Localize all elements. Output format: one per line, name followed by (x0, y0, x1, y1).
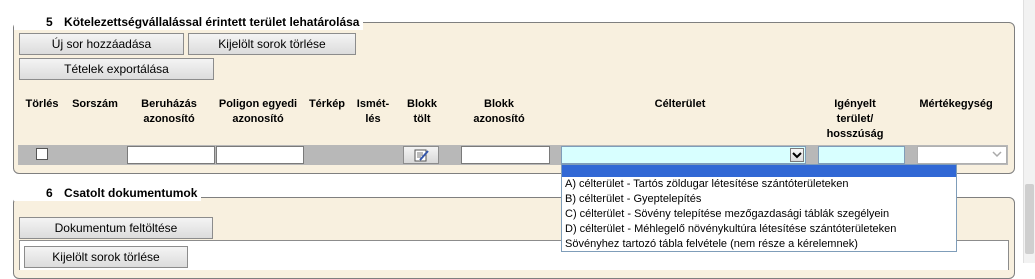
section-6-title: Csatolt dokumentumok (64, 186, 198, 200)
dropdown-option-d[interactable]: D) célterület - Méhlegelő növénykultúra … (562, 222, 956, 237)
edit-icon (414, 149, 429, 162)
dropdown-option-b[interactable]: B) célterület - Gyeptelepítés (562, 192, 956, 207)
col-header-repetition: Ismét-lés (356, 98, 390, 125)
col-header-map: Térkép (308, 98, 346, 110)
col-header-investment-id: Beruházás azonosító (141, 98, 197, 125)
target-area-dropdown-list: A) célterület - Tartós zöldugar létesíté… (561, 164, 957, 252)
col-header-target-area: Célterület (654, 98, 706, 110)
section-5-title: Kötelezettségvállalással érintett terüle… (64, 15, 360, 29)
section-5-legend: 5 Kötelezettségvállalással érintett terü… (14, 15, 364, 30)
col-header-block-id: Blokk azonosító (473, 98, 525, 125)
delete-selected-documents-button[interactable]: Kijelölt sorok törlése (24, 246, 188, 268)
chevron-down-icon[interactable] (991, 148, 1005, 162)
col-header-polygon-id: Poligon egyedi azonosító (218, 98, 298, 125)
export-items-button[interactable]: Tételek exportálása (19, 58, 214, 80)
row-delete-checkbox[interactable] (36, 148, 48, 160)
col-header-requested-area: Igényelt terület/ hosszúság (826, 98, 884, 140)
add-row-button[interactable]: Új sor hozzáadása (19, 33, 184, 55)
section-6-legend: 6 Csatolt dokumentumok (14, 186, 202, 201)
delete-selected-rows-button[interactable]: Kijelölt sorok törlése (188, 33, 356, 55)
scrollbar-thumb[interactable] (1025, 184, 1034, 254)
page-scrollbar[interactable] (1023, 0, 1035, 263)
section-5-number: 5 (46, 15, 53, 29)
dropdown-option-a[interactable]: A) célterület - Tartós zöldugar létesíté… (562, 177, 956, 192)
investment-id-input[interactable] (127, 146, 215, 164)
col-header-unit: Mértékegység (919, 98, 993, 110)
upload-document-button[interactable]: Dokumentum feltöltése (19, 217, 213, 239)
col-header-delete: Törlés (25, 98, 59, 110)
block-load-button[interactable] (403, 146, 439, 164)
col-header-serial: Sorszám (72, 98, 118, 110)
chevron-down-icon[interactable] (790, 148, 804, 162)
dropdown-option-empty[interactable] (562, 165, 956, 177)
block-id-input[interactable] (461, 146, 550, 164)
requested-area-input[interactable] (818, 146, 905, 164)
polygon-id-input[interactable] (216, 146, 304, 164)
unit-select[interactable] (917, 146, 1007, 164)
dropdown-option-c[interactable]: C) célterület - Sövény telepítése mezőga… (562, 207, 956, 222)
target-area-select[interactable] (561, 146, 806, 164)
dropdown-option-hedge-parcel[interactable]: Sövényhez tartozó tábla felvétele (nem r… (562, 237, 956, 252)
col-header-block-load: Blokk tölt (407, 98, 437, 125)
section-6-number: 6 (46, 186, 53, 200)
